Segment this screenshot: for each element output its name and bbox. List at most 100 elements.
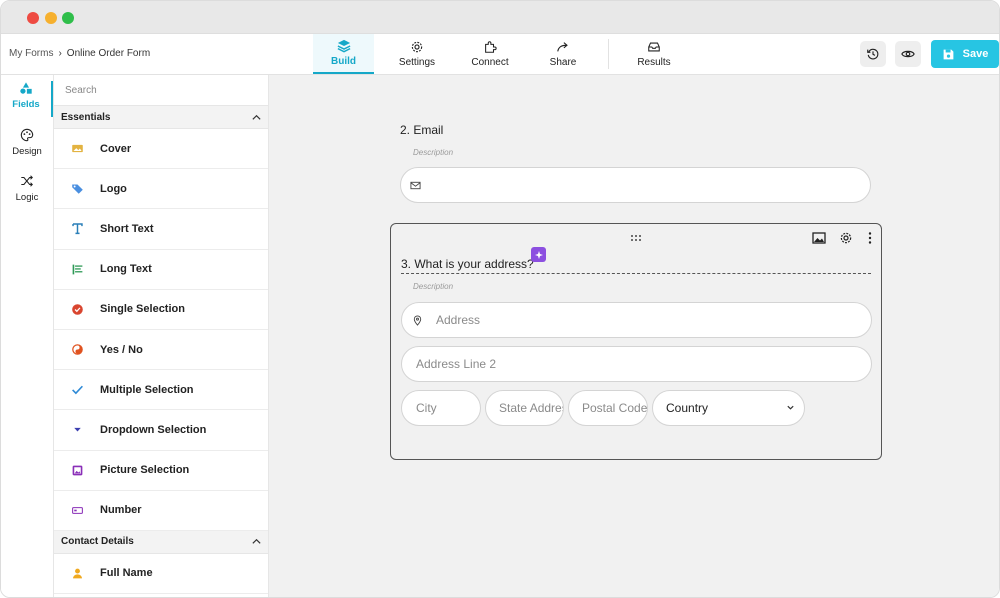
puzzle-icon — [485, 41, 497, 53]
app-header: My Forms › Online Order Form Build Setti… — [1, 34, 999, 75]
save-button[interactable]: Save — [931, 40, 999, 68]
address-question-description[interactable]: Description — [413, 282, 453, 291]
address-line-2-placeholder: Address Line 2 — [416, 357, 497, 371]
address-input[interactable]: Address — [401, 302, 872, 338]
tab-build-label: Build — [331, 56, 356, 67]
caret-down-icon — [73, 428, 81, 432]
inbox-icon — [648, 42, 660, 52]
field-item-label: Yes / No — [100, 343, 143, 356]
align-left-icon — [72, 264, 82, 275]
tab-divider — [608, 39, 609, 69]
address-placeholder: Address — [436, 313, 481, 327]
history-button[interactable] — [860, 41, 886, 67]
postal-code-input[interactable]: Postal Code — [568, 390, 648, 426]
field-search-input[interactable]: Search — [54, 75, 268, 106]
minimize-window-button[interactable] — [45, 12, 57, 24]
tab-settings[interactable]: Settings — [391, 34, 443, 74]
city-placeholder: City — [416, 401, 437, 415]
address-line-2-input[interactable]: Address Line 2 — [401, 346, 872, 382]
share-arrow-icon — [557, 42, 568, 52]
maximize-window-button[interactable] — [62, 12, 74, 24]
field-item-single-selection[interactable]: Single Selection — [54, 290, 268, 330]
text-t-icon — [71, 223, 83, 235]
breadcrumb: My Forms › Online Order Form — [9, 48, 150, 59]
breadcrumb-root-link[interactable]: My Forms — [9, 48, 53, 59]
rail-item-design-label: Design — [12, 146, 42, 157]
tab-settings-label: Settings — [398, 57, 436, 68]
more-vertical-icon[interactable] — [863, 231, 877, 245]
check-circle-icon — [71, 304, 83, 315]
layers-icon — [337, 39, 350, 53]
gear-icon — [411, 41, 423, 53]
country-select[interactable]: Country — [652, 390, 805, 426]
field-search-placeholder: Search — [65, 85, 97, 96]
country-select-value: Country — [666, 401, 709, 415]
rail-item-fields[interactable]: Fields — [1, 81, 53, 117]
chevron-down-icon — [787, 405, 794, 410]
field-item-label: Number — [100, 504, 142, 517]
chevron-up-icon — [252, 114, 261, 120]
field-item-short-text[interactable]: Short Text — [54, 209, 268, 250]
state-input[interactable]: State Address — [485, 390, 564, 426]
field-item-logo[interactable]: Logo — [54, 169, 268, 210]
address-question-title[interactable]: 3. What is your address? — [401, 257, 534, 271]
email-question-description[interactable]: Description — [413, 148, 453, 157]
field-item-label: Dropdown Selection — [100, 423, 207, 436]
image-upload-icon[interactable] — [812, 231, 826, 245]
section-header-essentials[interactable]: Essentials — [54, 106, 268, 129]
location-pin-icon — [413, 315, 422, 326]
field-item-label: Picture Selection — [100, 464, 190, 477]
title-underline — [401, 273, 871, 274]
preview-button[interactable] — [895, 41, 921, 67]
tab-connect[interactable]: Connect — [464, 34, 516, 74]
tab-build[interactable]: Build — [313, 34, 374, 74]
tag-icon — [71, 184, 83, 195]
rail-item-design[interactable]: Design — [1, 128, 53, 162]
field-item-picture-selection[interactable]: Picture Selection — [54, 451, 268, 491]
person-icon — [72, 568, 82, 579]
field-item-label: Multiple Selection — [100, 383, 194, 396]
address-question-card[interactable]: 3. What is your address? Description Add… — [390, 223, 882, 460]
drag-handle-icon[interactable] — [629, 231, 643, 245]
fields-panel: Search Essentials Cover Logo Short Text … — [54, 75, 269, 597]
breadcrumb-current: Online Order Form — [66, 48, 151, 59]
state-placeholder: State Address — [499, 401, 563, 415]
field-item-label: Single Selection — [100, 303, 185, 316]
rail-item-logic[interactable]: Logic — [1, 174, 53, 208]
ai-assist-button[interactable] — [531, 247, 546, 262]
field-item-label: Cover — [100, 142, 132, 155]
field-item-label: Short Text — [100, 222, 154, 235]
field-item-cover[interactable]: Cover — [54, 129, 268, 170]
field-item-yes-no[interactable]: Yes / No — [54, 330, 268, 371]
shapes-icon — [20, 82, 32, 94]
email-question-title[interactable]: 2. Email — [400, 123, 443, 137]
section-header-contact-details[interactable]: Contact Details — [54, 530, 268, 554]
field-item-number[interactable]: Number — [54, 491, 268, 531]
section-title: Essentials — [61, 111, 111, 123]
tab-connect-label: Connect — [471, 57, 509, 68]
yes-no-icon — [71, 344, 83, 355]
rail-item-fields-label: Fields — [12, 99, 40, 110]
field-item-long-text[interactable]: Long Text — [54, 250, 268, 290]
gear-icon[interactable] — [839, 231, 853, 245]
sparkle-icon — [534, 250, 543, 259]
left-rail: Fields Design Logic — [1, 75, 54, 597]
tab-results[interactable]: Results — [628, 34, 680, 74]
field-item-multiple-selection[interactable]: Multiple Selection — [54, 370, 268, 411]
field-item-label: Long Text — [100, 263, 152, 276]
email-input[interactable] — [400, 167, 871, 203]
section-title: Contact Details — [61, 536, 134, 548]
tab-share[interactable]: Share — [537, 34, 589, 74]
app-window: My Forms › Online Order Form Build Setti… — [0, 0, 1000, 598]
field-item-label: Full Name — [100, 567, 153, 580]
floppy-disk-icon — [943, 49, 954, 59]
breadcrumb-separator: › — [58, 48, 62, 59]
close-window-button[interactable] — [27, 12, 39, 24]
envelope-icon — [410, 181, 421, 189]
city-input[interactable]: City — [401, 390, 481, 426]
save-button-label: Save — [962, 48, 989, 60]
palette-icon — [20, 128, 34, 142]
field-item-dropdown-selection[interactable]: Dropdown Selection — [54, 410, 268, 451]
checkmark-icon — [71, 385, 83, 395]
field-item-full-name[interactable]: Full Name — [54, 554, 268, 595]
